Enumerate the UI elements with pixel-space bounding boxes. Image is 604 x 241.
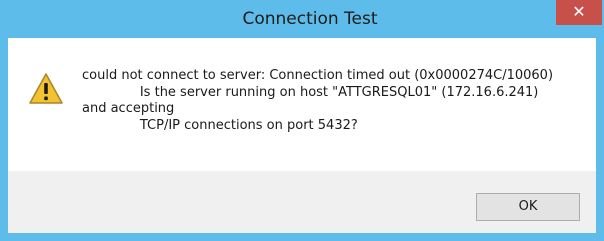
dialog-content: could not connect to server: Connection … — [8, 38, 596, 171]
dialog-window: Connection Test ✕ could not connect to s… — [0, 0, 604, 241]
title-bar[interactable]: Connection Test ✕ — [8, 0, 604, 38]
close-button[interactable]: ✕ — [556, 0, 602, 25]
window-title: Connection Test — [242, 9, 378, 29]
error-message: could not connect to server: Connection … — [82, 68, 554, 133]
warning-icon — [29, 73, 63, 104]
dialog-footer: OK — [8, 171, 596, 233]
ok-button[interactable]: OK — [476, 193, 580, 221]
